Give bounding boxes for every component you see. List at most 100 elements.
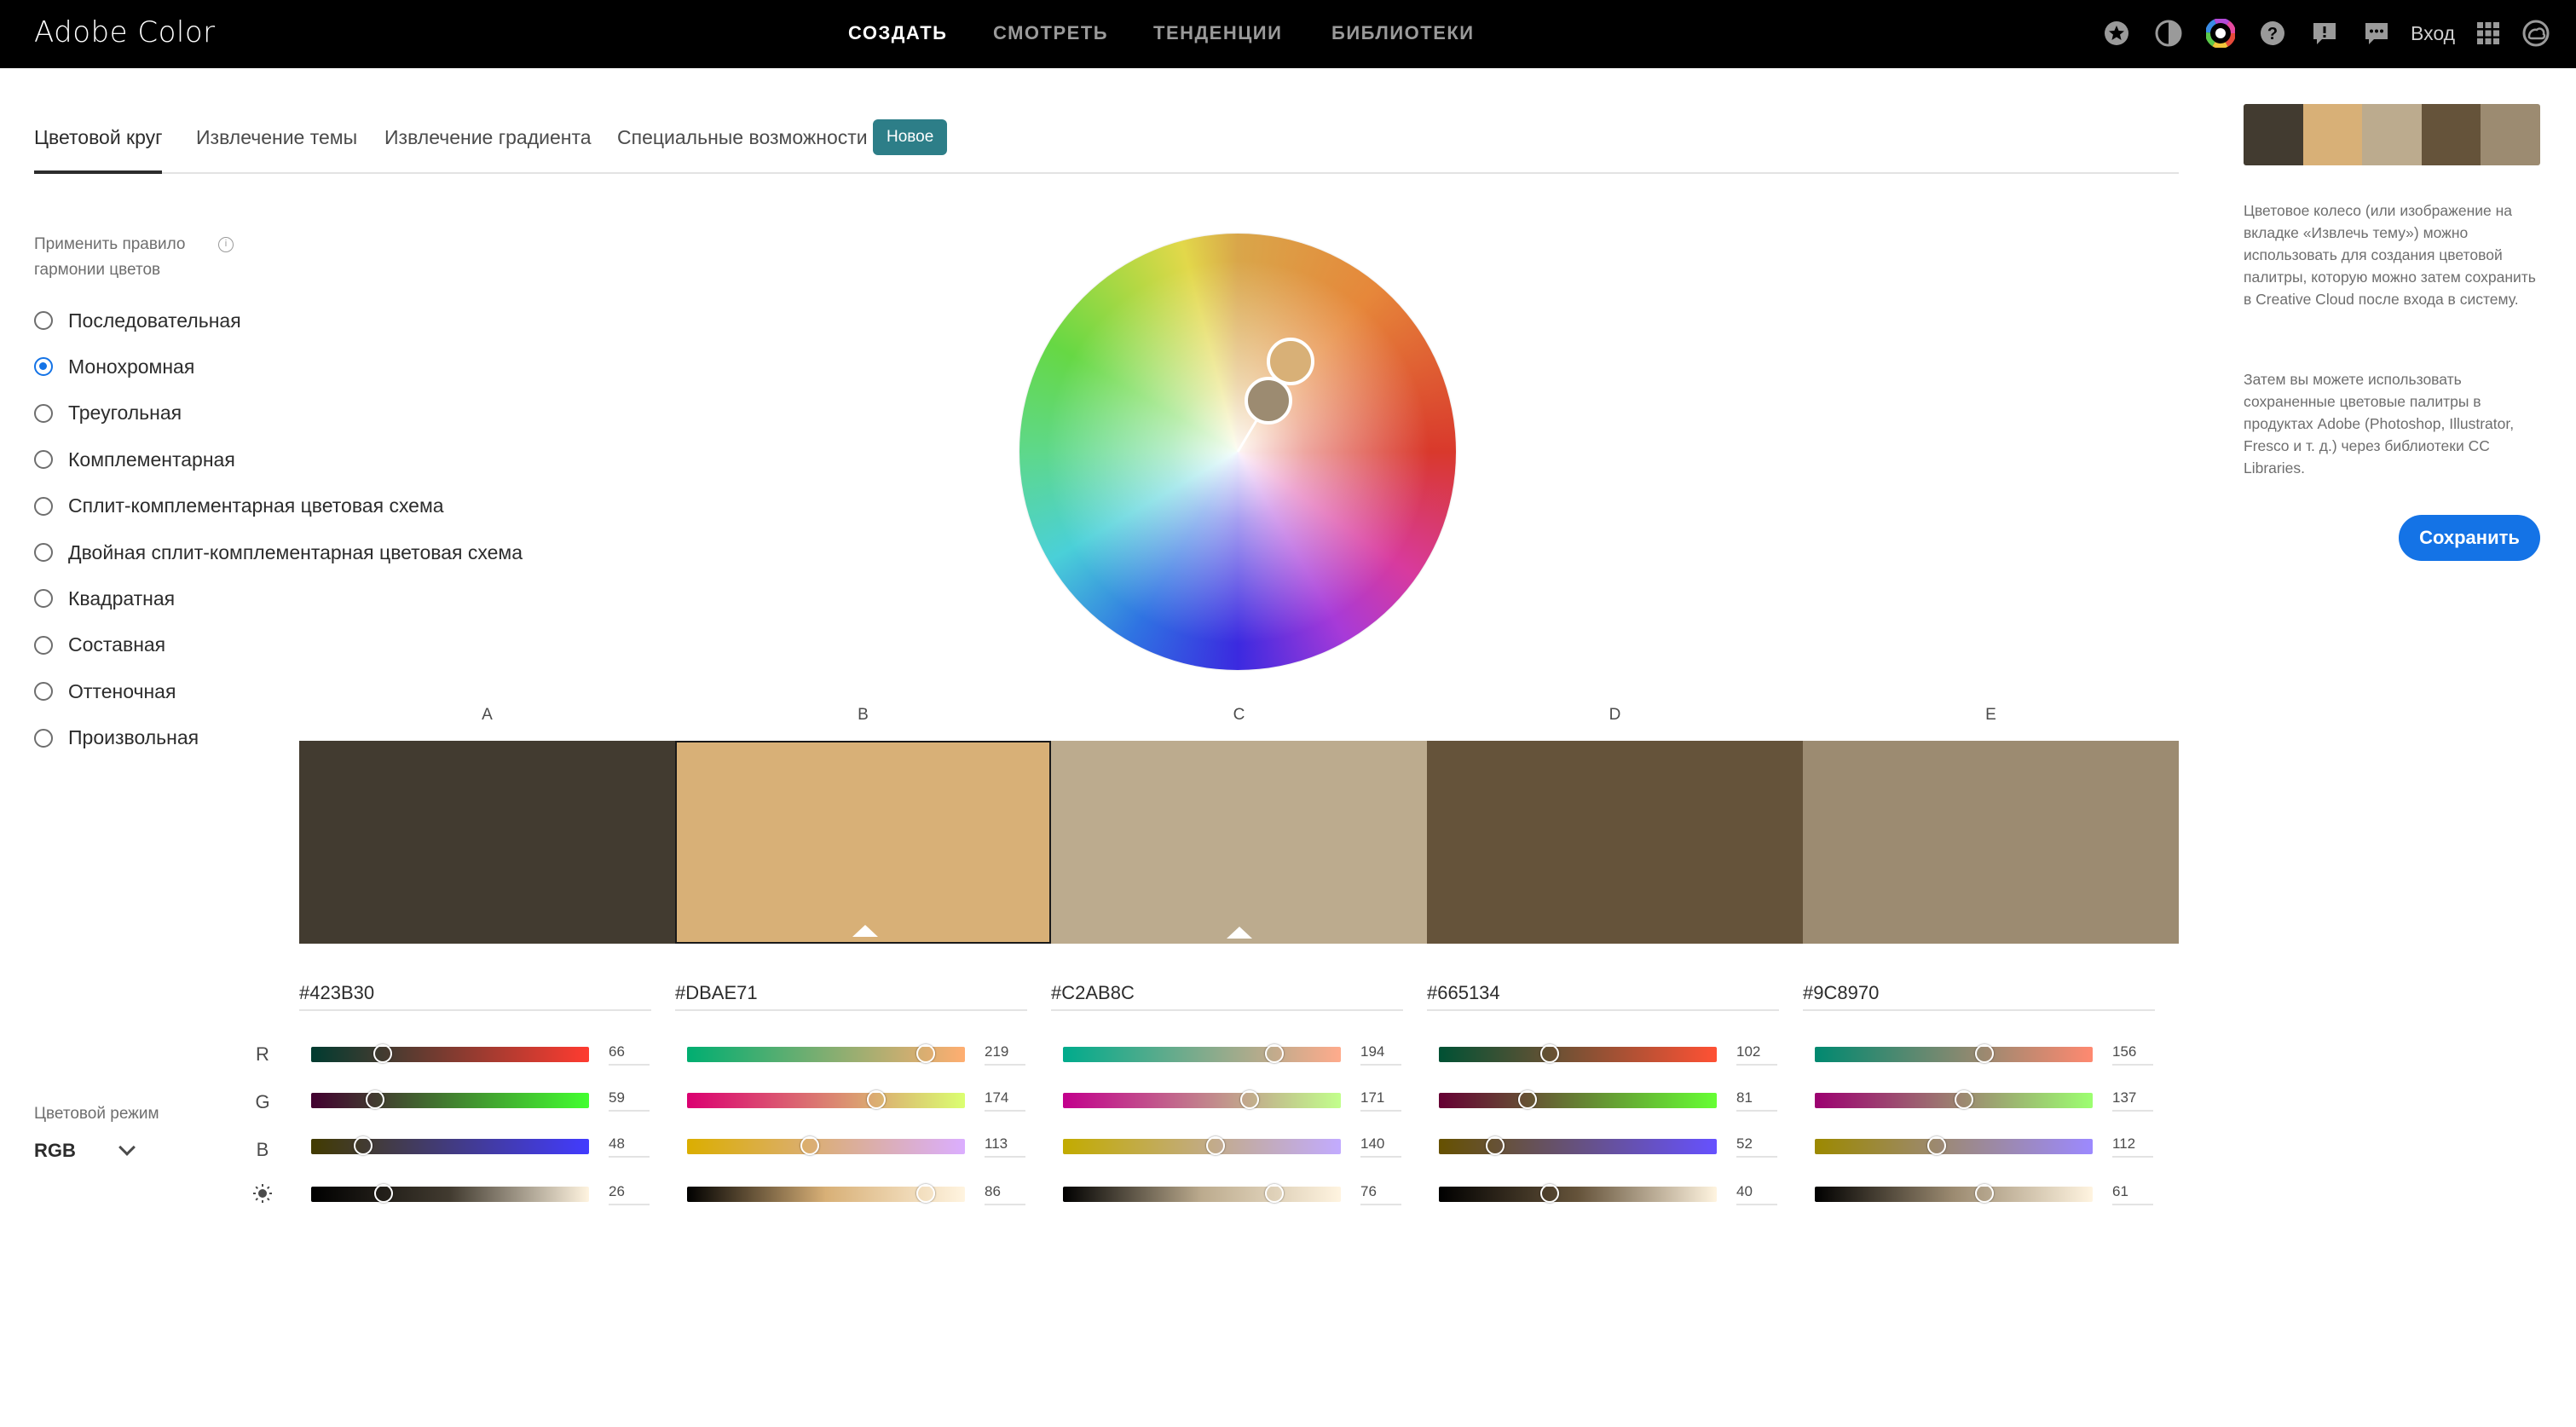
hex-input[interactable]: #C2AB8C xyxy=(1051,980,1403,1011)
slider-thumb[interactable] xyxy=(1517,1090,1537,1109)
channel-slider-g[interactable] xyxy=(687,1090,965,1109)
hex-input[interactable]: #9C8970 xyxy=(1803,980,2155,1011)
channel-slider-r[interactable] xyxy=(311,1044,589,1063)
slider-thumb[interactable] xyxy=(1540,1184,1560,1203)
channel-value[interactable]: 86 xyxy=(985,1183,1025,1205)
radio-button[interactable] xyxy=(34,635,53,655)
radio-button[interactable] xyxy=(34,589,53,609)
channel-slider-r[interactable] xyxy=(1063,1044,1341,1063)
channel-slider-bright[interactable] xyxy=(1063,1184,1341,1203)
slider-thumb[interactable] xyxy=(366,1090,385,1109)
radio-button[interactable] xyxy=(34,728,53,748)
slider-thumb[interactable] xyxy=(916,1184,936,1203)
channel-slider-bright[interactable] xyxy=(311,1184,589,1203)
slider-thumb[interactable] xyxy=(354,1136,373,1155)
color-swatch[interactable] xyxy=(1051,741,1427,944)
channel-value[interactable]: 26 xyxy=(609,1183,650,1205)
slider-thumb[interactable] xyxy=(1974,1184,1994,1203)
channel-value[interactable]: 171 xyxy=(1360,1089,1401,1112)
channel-slider-bright[interactable] xyxy=(687,1184,965,1203)
channel-slider-bright[interactable] xyxy=(1439,1184,1717,1203)
radio-button[interactable] xyxy=(34,403,53,423)
radio-button[interactable] xyxy=(34,682,53,702)
radio-button[interactable] xyxy=(34,311,53,330)
color-swatch[interactable] xyxy=(1427,741,1803,944)
wheel-handle[interactable] xyxy=(1245,377,1292,425)
color-swatch[interactable] xyxy=(1803,741,2179,944)
channel-value[interactable]: 112 xyxy=(2112,1135,2153,1158)
slider-thumb[interactable] xyxy=(867,1090,887,1109)
channel-slider-bright[interactable] xyxy=(1815,1184,2093,1203)
channel-value[interactable]: 52 xyxy=(1736,1135,1777,1158)
radio-button[interactable] xyxy=(34,543,53,562)
chat-icon[interactable] xyxy=(2362,19,2391,48)
channel-value[interactable]: 156 xyxy=(2112,1043,2153,1066)
channel-value[interactable]: 81 xyxy=(1736,1089,1777,1112)
channel-value[interactable]: 61 xyxy=(2112,1183,2153,1205)
channel-value[interactable]: 102 xyxy=(1736,1043,1777,1066)
harmony-option[interactable]: Произвольная xyxy=(34,723,199,754)
slider-thumb[interactable] xyxy=(800,1136,820,1155)
harmony-option[interactable]: Квадратная xyxy=(34,583,175,614)
slider-thumb[interactable] xyxy=(1540,1044,1560,1063)
help-icon[interactable]: ? xyxy=(2258,19,2287,48)
color-wheel[interactable] xyxy=(1019,234,1456,670)
channel-value[interactable]: 40 xyxy=(1736,1183,1777,1205)
slider-thumb[interactable] xyxy=(915,1044,935,1063)
slider-thumb[interactable] xyxy=(373,1044,393,1063)
radio-button[interactable] xyxy=(34,357,53,377)
radio-button[interactable] xyxy=(34,496,53,516)
channel-value[interactable]: 66 xyxy=(609,1043,650,1066)
channel-value[interactable]: 113 xyxy=(985,1135,1025,1158)
slider-thumb[interactable] xyxy=(1264,1184,1284,1203)
nav-create[interactable]: СОЗДАТЬ xyxy=(848,22,947,44)
contrast-icon[interactable] xyxy=(2154,19,2183,48)
channel-slider-g[interactable] xyxy=(1815,1090,2093,1109)
harmony-option[interactable]: Составная xyxy=(34,630,165,661)
nav-libraries[interactable]: БИБЛИОТЕКИ xyxy=(1331,22,1475,44)
nav-trends[interactable]: ТЕНДЕНЦИИ xyxy=(1153,22,1282,44)
color-swatch[interactable] xyxy=(675,741,1051,944)
channel-slider-b[interactable] xyxy=(1063,1136,1341,1155)
color-swatch[interactable] xyxy=(299,741,675,944)
harmony-option[interactable]: Сплит-комплементарная цветовая схема xyxy=(34,491,444,522)
slider-thumb[interactable] xyxy=(1205,1136,1225,1155)
channel-slider-b[interactable] xyxy=(1439,1136,1717,1155)
harmony-option[interactable]: Двойная сплит-комплементарная цветовая с… xyxy=(34,537,523,568)
slider-thumb[interactable] xyxy=(1486,1136,1505,1155)
channel-value[interactable]: 59 xyxy=(609,1089,650,1112)
color-wheel-icon[interactable] xyxy=(2206,19,2235,48)
channel-slider-r[interactable] xyxy=(1439,1044,1717,1063)
hex-input[interactable]: #665134 xyxy=(1427,980,1779,1011)
slider-thumb[interactable] xyxy=(1975,1044,1995,1063)
channel-slider-r[interactable] xyxy=(687,1044,965,1063)
channel-value[interactable]: 140 xyxy=(1360,1135,1401,1158)
hex-input[interactable]: #DBAE71 xyxy=(675,980,1027,1011)
channel-slider-g[interactable] xyxy=(311,1090,589,1109)
info-icon[interactable]: i xyxy=(218,237,234,252)
harmony-option[interactable]: Последовательная xyxy=(34,305,241,336)
slider-thumb[interactable] xyxy=(373,1184,393,1203)
save-button[interactable]: Сохранить xyxy=(2399,515,2540,561)
channel-slider-b[interactable] xyxy=(311,1136,589,1155)
signin-link[interactable]: Вход xyxy=(2411,22,2455,45)
channel-slider-r[interactable] xyxy=(1815,1044,2093,1063)
slider-thumb[interactable] xyxy=(1927,1136,1947,1155)
star-icon[interactable] xyxy=(2102,19,2131,48)
radio-button[interactable] xyxy=(34,450,53,470)
apps-grid-icon[interactable] xyxy=(2474,19,2503,48)
tab-accessibility[interactable]: Специальные возможности xyxy=(617,126,868,149)
channel-slider-b[interactable] xyxy=(687,1136,965,1155)
hex-input[interactable]: #423B30 xyxy=(299,980,651,1011)
feedback-icon[interactable] xyxy=(2310,19,2339,48)
channel-slider-g[interactable] xyxy=(1063,1090,1341,1109)
channel-value[interactable]: 194 xyxy=(1360,1043,1401,1066)
creative-cloud-icon[interactable] xyxy=(2521,19,2550,48)
harmony-option[interactable]: Монохромная xyxy=(34,351,194,382)
slider-thumb[interactable] xyxy=(1955,1090,1974,1109)
channel-value[interactable]: 219 xyxy=(985,1043,1025,1066)
nav-explore[interactable]: СМОТРЕТЬ xyxy=(993,22,1108,44)
channel-slider-b[interactable] xyxy=(1815,1136,2093,1155)
channel-value[interactable]: 174 xyxy=(985,1089,1025,1112)
channel-slider-g[interactable] xyxy=(1439,1090,1717,1109)
